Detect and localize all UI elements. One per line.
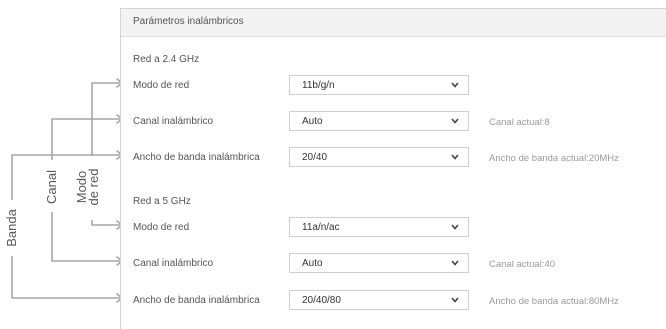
- current-bandwidth-24: Ancho de banda actual:20MHz: [489, 153, 619, 164]
- row-label-network-mode-5: Modo de red: [133, 222, 190, 233]
- panel-header: Parámetros inalámbricos: [121, 9, 666, 37]
- panel-title: Parámetros inalámbricos: [133, 16, 244, 27]
- select-value: 11b/g/n: [302, 80, 335, 91]
- current-channel-5: Canal actual:40: [489, 259, 556, 270]
- section-5ghz-heading: Red a 5 GHz: [133, 196, 191, 207]
- select-value: Auto: [302, 258, 323, 269]
- chevron-down-icon: [451, 297, 459, 303]
- chevron-down-icon: [451, 154, 459, 160]
- current-channel-24: Canal actual:8: [489, 117, 550, 128]
- row-label-network-mode-24: Modo de red: [133, 80, 190, 91]
- wireless-settings-panel: Parámetros inalámbricos Red a 2.4 GHz Mo…: [120, 8, 666, 329]
- annotation-canal: Canal: [44, 170, 59, 204]
- chevron-down-icon: [451, 260, 459, 266]
- chevron-down-icon: [451, 118, 459, 124]
- select-value: 20/40/80: [302, 295, 341, 306]
- channel-select-24[interactable]: Auto: [289, 111, 469, 131]
- bandwidth-select-24[interactable]: 20/40: [289, 147, 469, 167]
- annotation-de-red: de red: [86, 168, 101, 206]
- row-label-bandwidth-5: Ancho de banda inalámbrica: [133, 295, 260, 306]
- bandwidth-select-5[interactable]: 20/40/80: [289, 290, 469, 310]
- network-mode-select-24[interactable]: 11b/g/n: [289, 75, 469, 95]
- section-2-4ghz-heading: Red a 2.4 GHz: [133, 54, 200, 65]
- chevron-down-icon: [451, 82, 459, 88]
- select-value: 11a/n/ac: [302, 222, 340, 233]
- row-label-bandwidth-24: Ancho de banda inalámbrica: [133, 152, 260, 163]
- annotation-banda: Banda: [4, 209, 19, 247]
- channel-select-5[interactable]: Auto: [289, 253, 469, 273]
- row-label-channel-24: Canal inalámbrico: [133, 116, 214, 127]
- network-mode-select-5[interactable]: 11a/n/ac: [289, 217, 469, 237]
- select-value: Auto: [302, 116, 323, 127]
- current-bandwidth-5: Ancho de banda actual:80MHz: [489, 296, 619, 307]
- chevron-down-icon: [451, 224, 459, 230]
- select-value: 20/40: [302, 152, 328, 163]
- row-label-channel-5: Canal inalámbrico: [133, 258, 214, 269]
